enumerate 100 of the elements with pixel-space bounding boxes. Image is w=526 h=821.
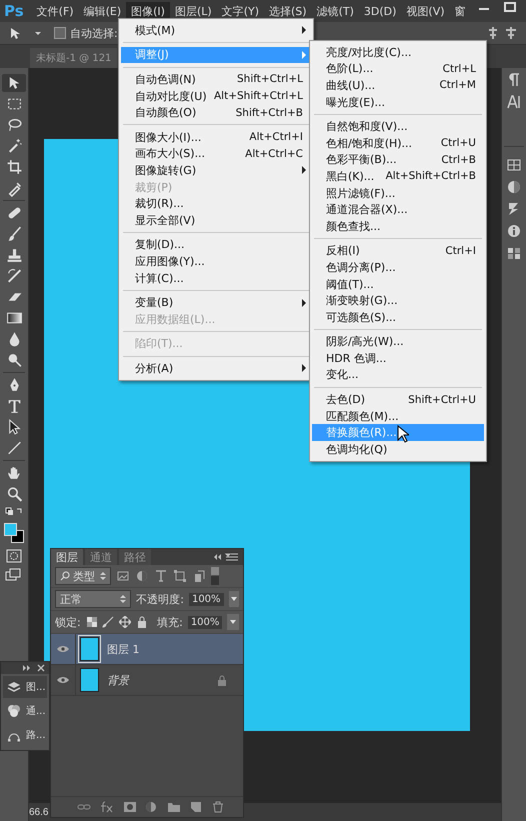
menu-item[interactable]: 自动颜色(O) Shift+Ctrl+B <box>121 104 311 121</box>
new-layer-icon[interactable] <box>189 801 203 813</box>
fill-field[interactable]: 100% <box>188 616 222 628</box>
menu-item[interactable]: 阴影/高光(W)... <box>312 334 484 350</box>
adjustment-filter-icon[interactable] <box>135 569 149 583</box>
lock-move-icon[interactable] <box>118 616 130 628</box>
shape-filter-icon[interactable] <box>173 569 187 583</box>
menu-item[interactable]: 文件(F) <box>32 2 79 20</box>
lock-transparent-icon[interactable] <box>86 616 98 628</box>
menu-item[interactable]: 阈值(T)... <box>312 276 484 292</box>
adjustment-layer-icon[interactable] <box>145 801 159 813</box>
opacity-label: 不透明度: <box>136 592 184 606</box>
menu-item[interactable]: 自动色调(N) Shift+Ctrl+L <box>121 71 311 88</box>
align-icon[interactable] <box>504 26 518 40</box>
layer-thumbnail <box>80 637 99 661</box>
menu-item[interactable]: 图像旋转(G) <box>121 162 311 179</box>
menu-item[interactable]: 复制(D)... <box>121 236 311 254</box>
auto-select-checkbox[interactable] <box>54 27 66 39</box>
panel-button[interactable]: 路... <box>3 724 47 746</box>
menu-item[interactable]: 模式(M) <box>121 22 311 39</box>
folder-icon[interactable] <box>167 801 181 813</box>
menu-item[interactable]: 亮度/对比度(C)... <box>312 44 484 61</box>
layer-row[interactable]: 图层 1 <box>51 634 243 665</box>
auto-select-label: 自动选择: <box>70 26 118 40</box>
opacity-dropdown-button[interactable] <box>228 591 239 607</box>
close-icon[interactable] <box>37 664 45 672</box>
menu-item[interactable]: 匹配颜色(M)... <box>312 408 484 424</box>
menu-item[interactable]: 变量(B) <box>121 294 311 311</box>
trash-icon[interactable] <box>211 801 225 813</box>
circle-icon[interactable] <box>505 179 523 195</box>
collapse-icon[interactable] <box>213 553 223 561</box>
zoom-level: 66.6 <box>29 806 48 818</box>
menu-item[interactable]: 渐变映射(G)... <box>312 292 484 309</box>
menu-item[interactable]: 色阶(L)... Ctrl+L <box>312 60 484 78</box>
menu-item[interactable]: 裁切(R)... <box>121 195 311 212</box>
menu-item[interactable]: 滤镜(T) <box>312 2 359 20</box>
caret-icon <box>230 620 236 624</box>
menu-item[interactable]: 窗 <box>450 2 471 20</box>
menu-item[interactable]: 曲线(U)... Ctrl+M <box>312 77 484 94</box>
grid-icon[interactable] <box>505 157 523 173</box>
menu-item[interactable]: 色调分离(P)... <box>312 259 484 276</box>
eye-icon[interactable] <box>57 645 69 653</box>
character-icon[interactable] <box>505 94 523 110</box>
lock-icon[interactable] <box>136 616 148 628</box>
menu-item[interactable]: 图层(L) <box>170 2 217 20</box>
type-filter-icon[interactable] <box>154 569 168 583</box>
menu-item[interactable]: 色相/饱和度(H)... Ctrl+U <box>312 134 484 152</box>
menu-item[interactable]: 图像大小(I)... Alt+Ctrl+I <box>121 128 311 146</box>
fill-dropdown-button[interactable] <box>227 614 239 630</box>
menu-item[interactable]: 视图(V) <box>401 2 450 20</box>
menu-item[interactable]: 自然饱和度(V)... <box>312 118 484 135</box>
menu-item[interactable]: 画布大小(S)... Alt+Ctrl+C <box>121 146 311 162</box>
channels-icon <box>7 704 21 718</box>
filter-toggle-icon[interactable] <box>211 567 219 585</box>
opacity-field[interactable]: 100% <box>188 592 224 606</box>
blend-mode-dropdown[interactable]: 正常 <box>55 590 132 608</box>
link-icon[interactable] <box>77 802 91 812</box>
panel-tab[interactable]: 图层 <box>51 549 83 565</box>
mask-icon[interactable] <box>123 801 137 813</box>
panel-menu-icon[interactable] <box>225 552 239 562</box>
lock-brush-icon[interactable] <box>102 616 114 628</box>
layer-row[interactable]: 背景 <box>51 665 243 696</box>
caret-icon <box>230 597 237 601</box>
menu-item[interactable]: 计算(C)... <box>121 270 311 286</box>
filter-dropdown[interactable]: 类型 <box>55 567 111 585</box>
menu-item[interactable]: 反相(I) Ctrl+I <box>312 242 484 260</box>
menu-item[interactable]: 应用图像(Y)... <box>121 253 311 270</box>
fill-label: 填充: <box>157 614 183 630</box>
menu-item[interactable]: 编辑(E) <box>78 2 126 20</box>
fx-icon[interactable] <box>99 801 115 813</box>
menu-item[interactable]: 可选颜色(S)... <box>312 308 484 326</box>
expand-icon[interactable] <box>22 664 32 672</box>
menu-item[interactable]: 选择(S) <box>264 2 312 20</box>
layers-icon <box>7 680 21 694</box>
menu-item[interactable]: HDR 色调... <box>312 350 484 367</box>
menu-item[interactable]: 自动对比度(U) Alt+Shift+Ctrl+L <box>121 88 311 104</box>
menu-item[interactable]: 去色(D) Shift+Ctrl+U <box>312 391 484 408</box>
info-icon[interactable] <box>505 223 523 239</box>
color-swatches-icon[interactable] <box>2 523 26 545</box>
panel-button[interactable]: 通... <box>3 700 47 722</box>
menu-item[interactable]: 3D(D) <box>358 2 402 20</box>
panel-button[interactable]: 图... <box>3 676 47 698</box>
menu-item[interactable]: 显示全部(V) <box>121 212 311 229</box>
align-icon[interactable] <box>486 26 500 40</box>
menu-item[interactable]: 色彩平衡(B)... Ctrl+B <box>312 152 484 168</box>
eye-icon[interactable] <box>57 676 69 684</box>
menu-item[interactable]: 分析(A) <box>121 360 311 377</box>
menu-item[interactable]: 曝光度(E)... <box>312 94 484 110</box>
swatches-icon[interactable] <box>505 245 523 261</box>
menu-item[interactable]: 通道混合器(X)... <box>312 201 484 218</box>
image-filter-icon[interactable] <box>116 569 130 583</box>
menu-item[interactable]: 文字(Y) <box>216 2 264 20</box>
smart-object-filter-icon[interactable] <box>192 569 206 583</box>
menu-item[interactable]: 照片滤镜(F)... <box>312 184 484 202</box>
menu-item[interactable]: 颜色查找... <box>312 218 484 235</box>
menu-item[interactable]: 色调均化(Q) <box>312 441 484 458</box>
menu-item[interactable]: 变化... <box>312 366 484 384</box>
menu-item[interactable]: 黑白(K)... Alt+Shift+Ctrl+B <box>312 168 484 185</box>
move-tool-icon[interactable] <box>2 74 26 92</box>
app-logo: Ps <box>4 2 24 20</box>
